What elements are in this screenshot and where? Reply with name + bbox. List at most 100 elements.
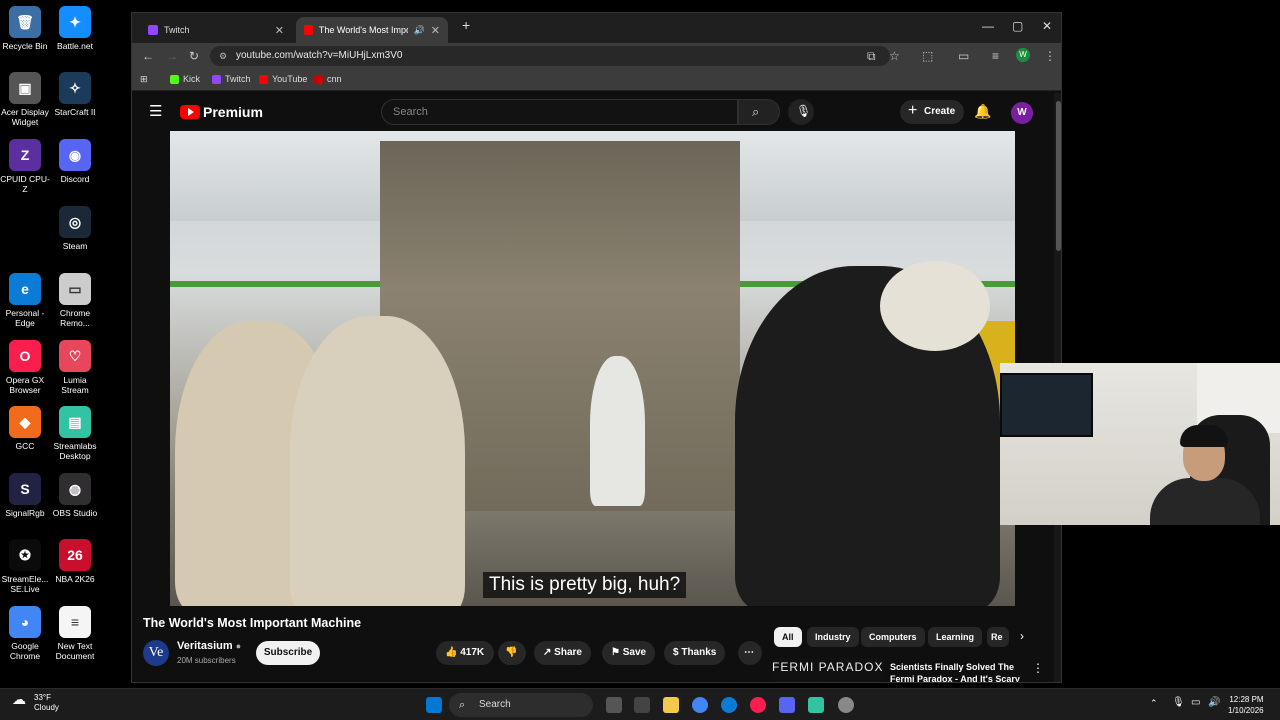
bookmark-cnn[interactable]: cnn [314, 74, 342, 84]
weather-widget[interactable]: 33°F Cloudy ☁ [12, 692, 59, 713]
extensions-icon[interactable]: ⬚ [922, 49, 933, 63]
new-tab-button[interactable]: + [462, 17, 470, 33]
tab-youtube[interactable]: The World's Most Importan 🔊 ✕ [296, 17, 448, 43]
search-input[interactable]: Search [381, 99, 738, 125]
desktop-icon[interactable]: ◎ Steam [50, 206, 100, 251]
desktop-icon-label: Lumia Stream [61, 375, 89, 395]
app-icon: Z [9, 139, 41, 171]
chip-industry[interactable]: Industry [807, 627, 859, 647]
more-actions-button[interactable]: ⋯ [738, 641, 762, 665]
bookmark-kick[interactable]: Kick [170, 74, 200, 84]
desktop-icon[interactable]: 🗑 Recycle Bin [0, 6, 50, 51]
recommended-more-icon[interactable]: ⋮ [1032, 661, 1044, 675]
app-icon: ✧ [59, 72, 91, 104]
desktop-icon[interactable]: ✪ StreamEle... SE.Live [0, 539, 50, 594]
taskbar-search[interactable]: ⌕ Search [449, 693, 593, 717]
share-button[interactable]: ↗ Share [534, 641, 591, 665]
chip-partial[interactable]: Re [987, 627, 1009, 647]
minimize-icon[interactable]: — [982, 19, 994, 33]
desktop-icon[interactable]: ✦ Battle.net [50, 6, 100, 51]
bookmark-twitch[interactable]: Twitch [212, 74, 251, 84]
desktop-icon[interactable]: ▭ Chrome Remo... [50, 273, 100, 328]
system-clock[interactable]: 12:28 PM 1/10/2026 [1228, 694, 1264, 716]
address-bar[interactable]: ⚙ youtube.com/watch?v=MiUHjLxm3V0 [210, 46, 890, 66]
desktop-icon[interactable]: ◕ Google Chrome [0, 606, 50, 661]
streamlabs-taskbar-icon[interactable] [808, 697, 824, 713]
desktop-icon[interactable]: ◍ OBS Studio [50, 473, 100, 518]
search-button[interactable]: ⌕ [738, 99, 780, 125]
desktop-icon-label: Discord [60, 174, 90, 184]
close-tab-icon[interactable]: ✕ [275, 24, 284, 37]
presenter-hood [880, 261, 990, 351]
install-app-icon[interactable]: ⧉ [867, 49, 876, 64]
thanks-button[interactable]: $ Thanks [664, 641, 726, 665]
recommended-title[interactable]: Scientists Finally Solved The Fermi Para… [890, 661, 1020, 682]
like-button[interactable]: 👍 417K [436, 641, 494, 665]
desktop-icon[interactable]: O Opera GX Browser [0, 340, 50, 395]
technician-far [590, 356, 645, 506]
desktop-icon[interactable]: ▣ Acer Display Widget [0, 72, 50, 127]
bookmark-youtube[interactable]: YouTube [259, 74, 307, 84]
video-player[interactable]: This is pretty big, huh? Ve [170, 131, 1015, 606]
voice-search-button[interactable]: 🎙 [788, 99, 814, 125]
desktop-icon[interactable]: ♡ Lumia Stream [50, 340, 100, 395]
close-tab-icon[interactable]: ✕ [431, 24, 440, 37]
chip-computers[interactable]: Computers [861, 627, 925, 647]
desktop-icon[interactable]: e Personal - Edge [0, 273, 50, 328]
profile-avatar[interactable]: W [1016, 48, 1030, 62]
tab-label: Twitch [164, 25, 190, 35]
hamburger-menu-icon[interactable]: ☰ [149, 102, 162, 120]
start-windows-icon[interactable] [426, 697, 442, 713]
channel-avatar[interactable]: Ve [143, 640, 169, 666]
desktop-icon[interactable]: ◉ Discord [50, 139, 100, 184]
scrollbar-thumb[interactable] [1056, 101, 1061, 251]
dislike-button[interactable]: 👎 [498, 641, 526, 665]
media-control-icon[interactable]: ≡ [992, 49, 999, 63]
tray-overflow-icon[interactable]: ⌃ [1150, 698, 1158, 709]
youtube-logo[interactable]: Premium [180, 104, 263, 120]
volume-icon[interactable]: 🔊 [1208, 697, 1220, 708]
save-button[interactable]: ⚑ Save [602, 641, 656, 665]
desktop-icon[interactable]: S SignalRgb [0, 473, 50, 518]
edge-taskbar-icon[interactable] [721, 697, 737, 713]
chrome-taskbar-icon[interactable] [692, 697, 708, 713]
back-icon[interactable]: ← [142, 49, 154, 63]
desktop-icon[interactable]: ▤ Streamlabs Desktop [50, 406, 100, 461]
widgets-icon[interactable] [634, 697, 650, 713]
subscribe-button[interactable]: Subscribe [256, 641, 320, 665]
bookmark-star-icon[interactable]: ☆ [889, 49, 900, 63]
desktop-icon[interactable]: ◆ GCC [0, 406, 50, 451]
tab-twitch[interactable]: Twitch ✕ [140, 17, 292, 43]
microphone-tray-icon[interactable]: 🎙 [1172, 697, 1185, 708]
chip-learning[interactable]: Learning [928, 627, 983, 647]
chevron-right-icon[interactable]: › [1020, 629, 1024, 643]
discord-taskbar-icon[interactable] [779, 697, 795, 713]
reload-icon[interactable]: ↻ [189, 49, 199, 63]
forward-icon[interactable]: → [166, 49, 178, 63]
chip-all[interactable]: All [774, 627, 802, 647]
sidepanel-icon[interactable]: ▭ [958, 49, 969, 63]
opera-gx-taskbar-icon[interactable] [750, 697, 766, 713]
recommended-thumbnail[interactable]: FERMI PARADOX [772, 658, 884, 682]
close-window-icon[interactable]: ✕ [1042, 19, 1052, 33]
notifications-bell-icon[interactable]: 🔔 [974, 103, 991, 120]
bookmarks-bar: ⊞ Kick Twitch YouTube cnn [132, 69, 1061, 91]
desktop-icon[interactable]: ≡ New Text Document [50, 606, 100, 661]
create-button[interactable]: Create [900, 99, 964, 124]
desktop-icon[interactable]: ✧ StarCraft II [50, 72, 100, 117]
desktop-icon[interactable]: Z CPUID CPU-Z [0, 139, 50, 194]
browser-toolbar: ← → ↻ ⚙ youtube.com/watch?v=MiUHjLxm3V0 … [132, 43, 1061, 69]
task-view-icon[interactable] [606, 697, 622, 713]
desktop-icon[interactable]: 26 NBA 2K26 [50, 539, 100, 584]
account-avatar[interactable]: W [1011, 102, 1033, 124]
settings-taskbar-icon[interactable] [838, 697, 854, 713]
menu-kebab-icon[interactable]: ⋮ [1044, 49, 1056, 63]
thumbs-up-icon: 👍 [445, 647, 458, 658]
file-explorer-icon[interactable] [663, 697, 679, 713]
search-icon: ⌕ [459, 699, 466, 711]
maximize-icon[interactable]: ▢ [1012, 19, 1023, 33]
channel-name[interactable]: Veritasium ● [177, 640, 241, 652]
apps-grid-icon[interactable]: ⊞ [140, 74, 148, 85]
site-info-icon[interactable]: ⚙ [219, 46, 227, 66]
network-icon[interactable]: ▭ [1191, 697, 1200, 708]
